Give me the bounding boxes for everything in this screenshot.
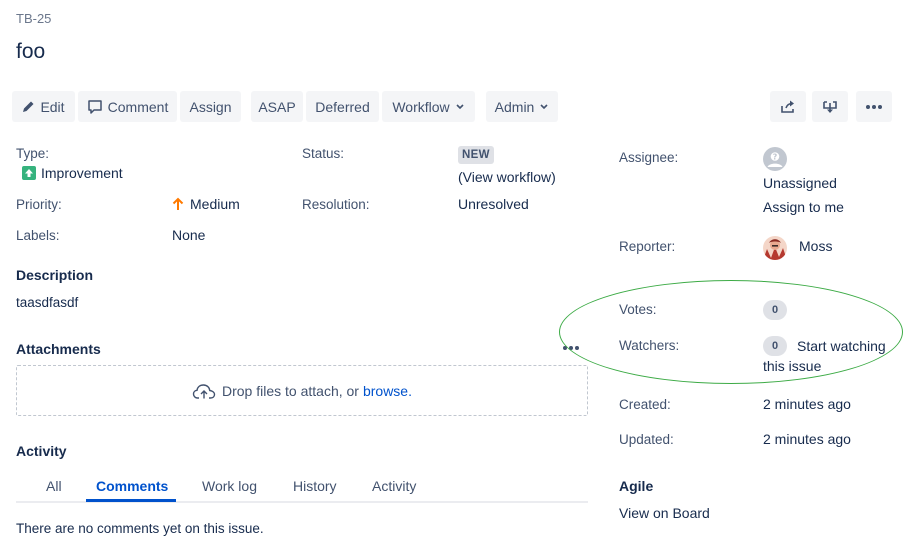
pencil-icon <box>23 101 34 112</box>
share-button[interactable] <box>770 91 806 122</box>
issue-key[interactable]: TB-25 <box>16 11 51 26</box>
more-icon <box>866 104 882 109</box>
avatar-moss <box>763 236 787 260</box>
comment-button[interactable]: Comment <box>78 91 177 122</box>
agile-heading: Agile <box>619 478 654 494</box>
status-badge: NEW <box>458 146 494 164</box>
deferred-button[interactable]: Deferred <box>306 91 379 122</box>
reporter-value[interactable]: Moss <box>799 238 832 254</box>
attachments-heading: Attachments <box>16 341 101 357</box>
resolution-label: Resolution: <box>302 197 370 212</box>
chevron-down-icon <box>540 103 548 109</box>
assignee-label: Assignee: <box>619 150 679 165</box>
tab-history[interactable]: History <box>293 478 337 494</box>
labels-label: Labels: <box>16 228 60 243</box>
workflow-label: Workflow <box>392 98 450 115</box>
no-comments-text: There are no comments yet on this issue. <box>16 521 264 536</box>
cloud-upload-icon <box>192 383 216 399</box>
arrow-up-icon <box>172 197 184 210</box>
assign-label: Assign <box>189 98 232 115</box>
labels-value[interactable]: None <box>172 227 205 243</box>
type-value-text: Improvement <box>41 165 123 181</box>
type-value: Improvement <box>22 165 123 181</box>
view-on-board-link[interactable]: View on Board <box>619 505 710 521</box>
tab-activity[interactable]: Activity <box>372 478 416 494</box>
priority-label: Priority: <box>16 197 62 212</box>
votes-watchers-highlight <box>559 280 903 384</box>
description-text[interactable]: taasdfasdf <box>16 295 78 310</box>
export-button[interactable] <box>812 91 848 122</box>
comment-icon <box>87 100 102 114</box>
edit-label: Edit <box>40 98 65 115</box>
admin-label: Admin <box>494 98 535 115</box>
assign-button[interactable]: Assign <box>180 91 241 122</box>
more-actions-button[interactable] <box>856 91 892 122</box>
svg-text:?: ? <box>773 153 778 162</box>
description-heading: Description <box>16 267 94 283</box>
active-tab-indicator <box>86 499 176 502</box>
activity-heading: Activity <box>16 443 67 459</box>
assignee-value[interactable]: Unassigned <box>763 175 837 191</box>
resolution-value: Unresolved <box>458 196 529 212</box>
updated-label: Updated: <box>619 432 674 447</box>
created-value: 2 minutes ago <box>763 396 851 412</box>
view-workflow-link[interactable]: (View workflow) <box>458 169 556 185</box>
avatar-unassigned-icon: ? <box>763 147 787 171</box>
workflow-dropdown[interactable]: Workflow <box>382 91 475 122</box>
comment-label: Comment <box>107 98 169 115</box>
priority-value-text: Medium <box>190 196 240 212</box>
status-label: Status: <box>302 146 345 161</box>
priority-value: Medium <box>172 196 240 212</box>
improvement-icon <box>22 166 36 180</box>
deferred-label: Deferred <box>315 98 370 115</box>
tab-all[interactable]: All <box>46 478 62 494</box>
created-label: Created: <box>619 397 671 412</box>
updated-value: 2 minutes ago <box>763 431 851 447</box>
type-label: Type: <box>16 146 50 161</box>
share-icon <box>781 100 794 113</box>
attachment-dropzone[interactable]: Drop files to attach, or browse. <box>16 365 588 416</box>
reporter-label: Reporter: <box>619 239 676 254</box>
browse-link[interactable]: browse. <box>363 383 412 399</box>
chevron-down-icon <box>456 103 464 109</box>
issue-title[interactable]: foo <box>16 40 45 64</box>
edit-button[interactable]: Edit <box>12 91 75 122</box>
tab-comments[interactable]: Comments <box>96 478 168 494</box>
dropzone-text: Drop files to attach, or <box>222 382 359 399</box>
assign-to-me-link[interactable]: Assign to me <box>763 199 844 215</box>
tab-work-log[interactable]: Work log <box>202 478 257 494</box>
asap-label: ASAP <box>258 98 296 115</box>
export-icon <box>823 100 837 113</box>
asap-button[interactable]: ASAP <box>251 91 303 122</box>
admin-dropdown[interactable]: Admin <box>486 91 558 122</box>
